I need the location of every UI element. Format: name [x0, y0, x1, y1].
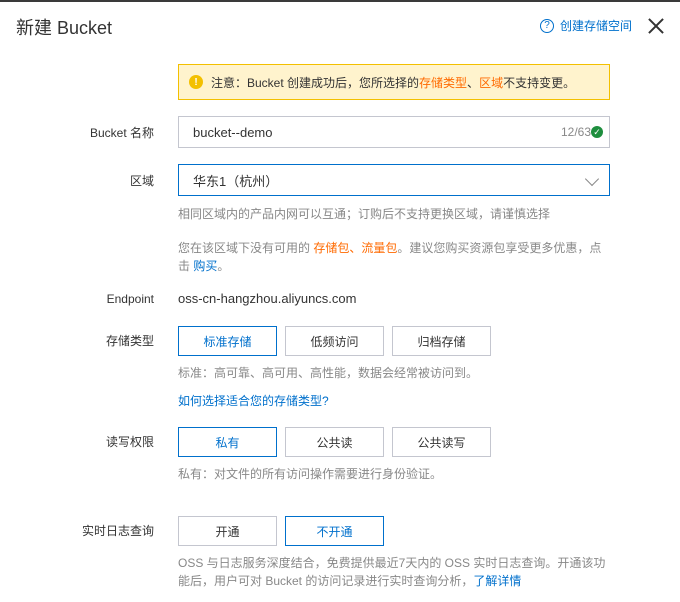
- close-icon[interactable]: [646, 16, 666, 36]
- storage-package-link[interactable]: 存储包: [313, 241, 349, 255]
- realtime-log-hint: OSS 与日志服务深度结合，免费提供最近7天内的 OSS 实时日志查询。开通该功…: [178, 554, 610, 590]
- notice-region: 区域: [479, 75, 504, 90]
- storage-infrequent-button[interactable]: 低频访问: [285, 326, 384, 356]
- storage-type-label: 存储类型: [105, 334, 154, 348]
- check-icon: ✓: [591, 126, 603, 138]
- region-hint: 相同区域内的产品内网可以互通；订购后不支持更换区域，请谨慎选择: [178, 207, 551, 221]
- storage-type-help-link[interactable]: 如何选择适合您的存储类型?: [178, 392, 329, 409]
- acl-hint: 私有：对文件的所有访问操作需要进行身份验证。: [178, 467, 443, 481]
- notice-suffix: 不支持变更。: [503, 75, 576, 90]
- warning-icon: !: [189, 75, 203, 89]
- dialog-header: 新建 Bucket ? 创建存储空间: [0, 2, 680, 48]
- traffic-package-link[interactable]: 流量包: [361, 241, 397, 255]
- acl-public-read-write-button[interactable]: 公共读写: [392, 427, 491, 457]
- realtime-log-label: 实时日志查询: [81, 524, 154, 538]
- acl-private-button[interactable]: 私有: [178, 427, 277, 457]
- storage-archive-button[interactable]: 归档存储: [392, 326, 491, 356]
- notice-sep: 、: [467, 75, 480, 90]
- acl-public-read-button[interactable]: 公共读: [285, 427, 384, 457]
- endpoint-label: Endpoint: [106, 292, 154, 306]
- question-icon: ?: [540, 18, 554, 33]
- char-counter: 12/63: [560, 125, 591, 139]
- learn-more-link[interactable]: 了解详情: [473, 574, 521, 588]
- package-sep: 、: [349, 241, 362, 255]
- package-hint-prefix: 您在该区域下没有可用的: [178, 241, 314, 255]
- chevron-down-icon: [584, 171, 600, 187]
- region-select[interactable]: 华东1（杭州）: [178, 164, 610, 196]
- package-hint-suffix: 。: [217, 259, 230, 273]
- notice-storage-type: 存储类型: [419, 75, 468, 90]
- region-value: 华东1（杭州）: [193, 173, 279, 189]
- log-enable-button[interactable]: 开通: [178, 516, 277, 546]
- warning-notice: ! 注意：Bucket 创建成功后，您所选择的 存储类型、区域 不支持变更。: [178, 64, 610, 100]
- region-label: 区域: [129, 174, 154, 188]
- bucket-name-value: bucket--demo: [193, 124, 273, 140]
- endpoint-value: oss-cn-hangzhou.aliyuncs.com: [178, 291, 357, 306]
- notice-prefix: 注意：Bucket 创建成功后，您所选择的: [211, 75, 420, 90]
- bucket-name-label: Bucket 名称: [89, 126, 154, 140]
- package-hint: 您在该区域下没有可用的 存储包、流量包。建议您购买资源包享受更多优惠，点击 购买…: [178, 239, 610, 275]
- bucket-name-input[interactable]: bucket--demo 12/63 ✓: [178, 116, 610, 148]
- storage-type-hint: 标准：高可靠、高可用、高性能，数据会经常被访问到。: [178, 366, 479, 380]
- create-bucket-help-link[interactable]: ? 创建存储空间: [540, 17, 632, 34]
- dialog-title: 新建 Bucket: [16, 18, 113, 38]
- storage-standard-button[interactable]: 标准存储: [178, 326, 277, 356]
- log-disable-button[interactable]: 不开通: [285, 516, 384, 546]
- buy-link[interactable]: 购买: [193, 259, 217, 273]
- acl-label: 读写权限: [105, 435, 154, 449]
- help-link-label: 创建存储空间: [560, 19, 633, 33]
- realtime-log-hint-text: OSS 与日志服务深度结合，免费提供最近7天内的 OSS 实时日志查询。开通该功…: [178, 556, 606, 588]
